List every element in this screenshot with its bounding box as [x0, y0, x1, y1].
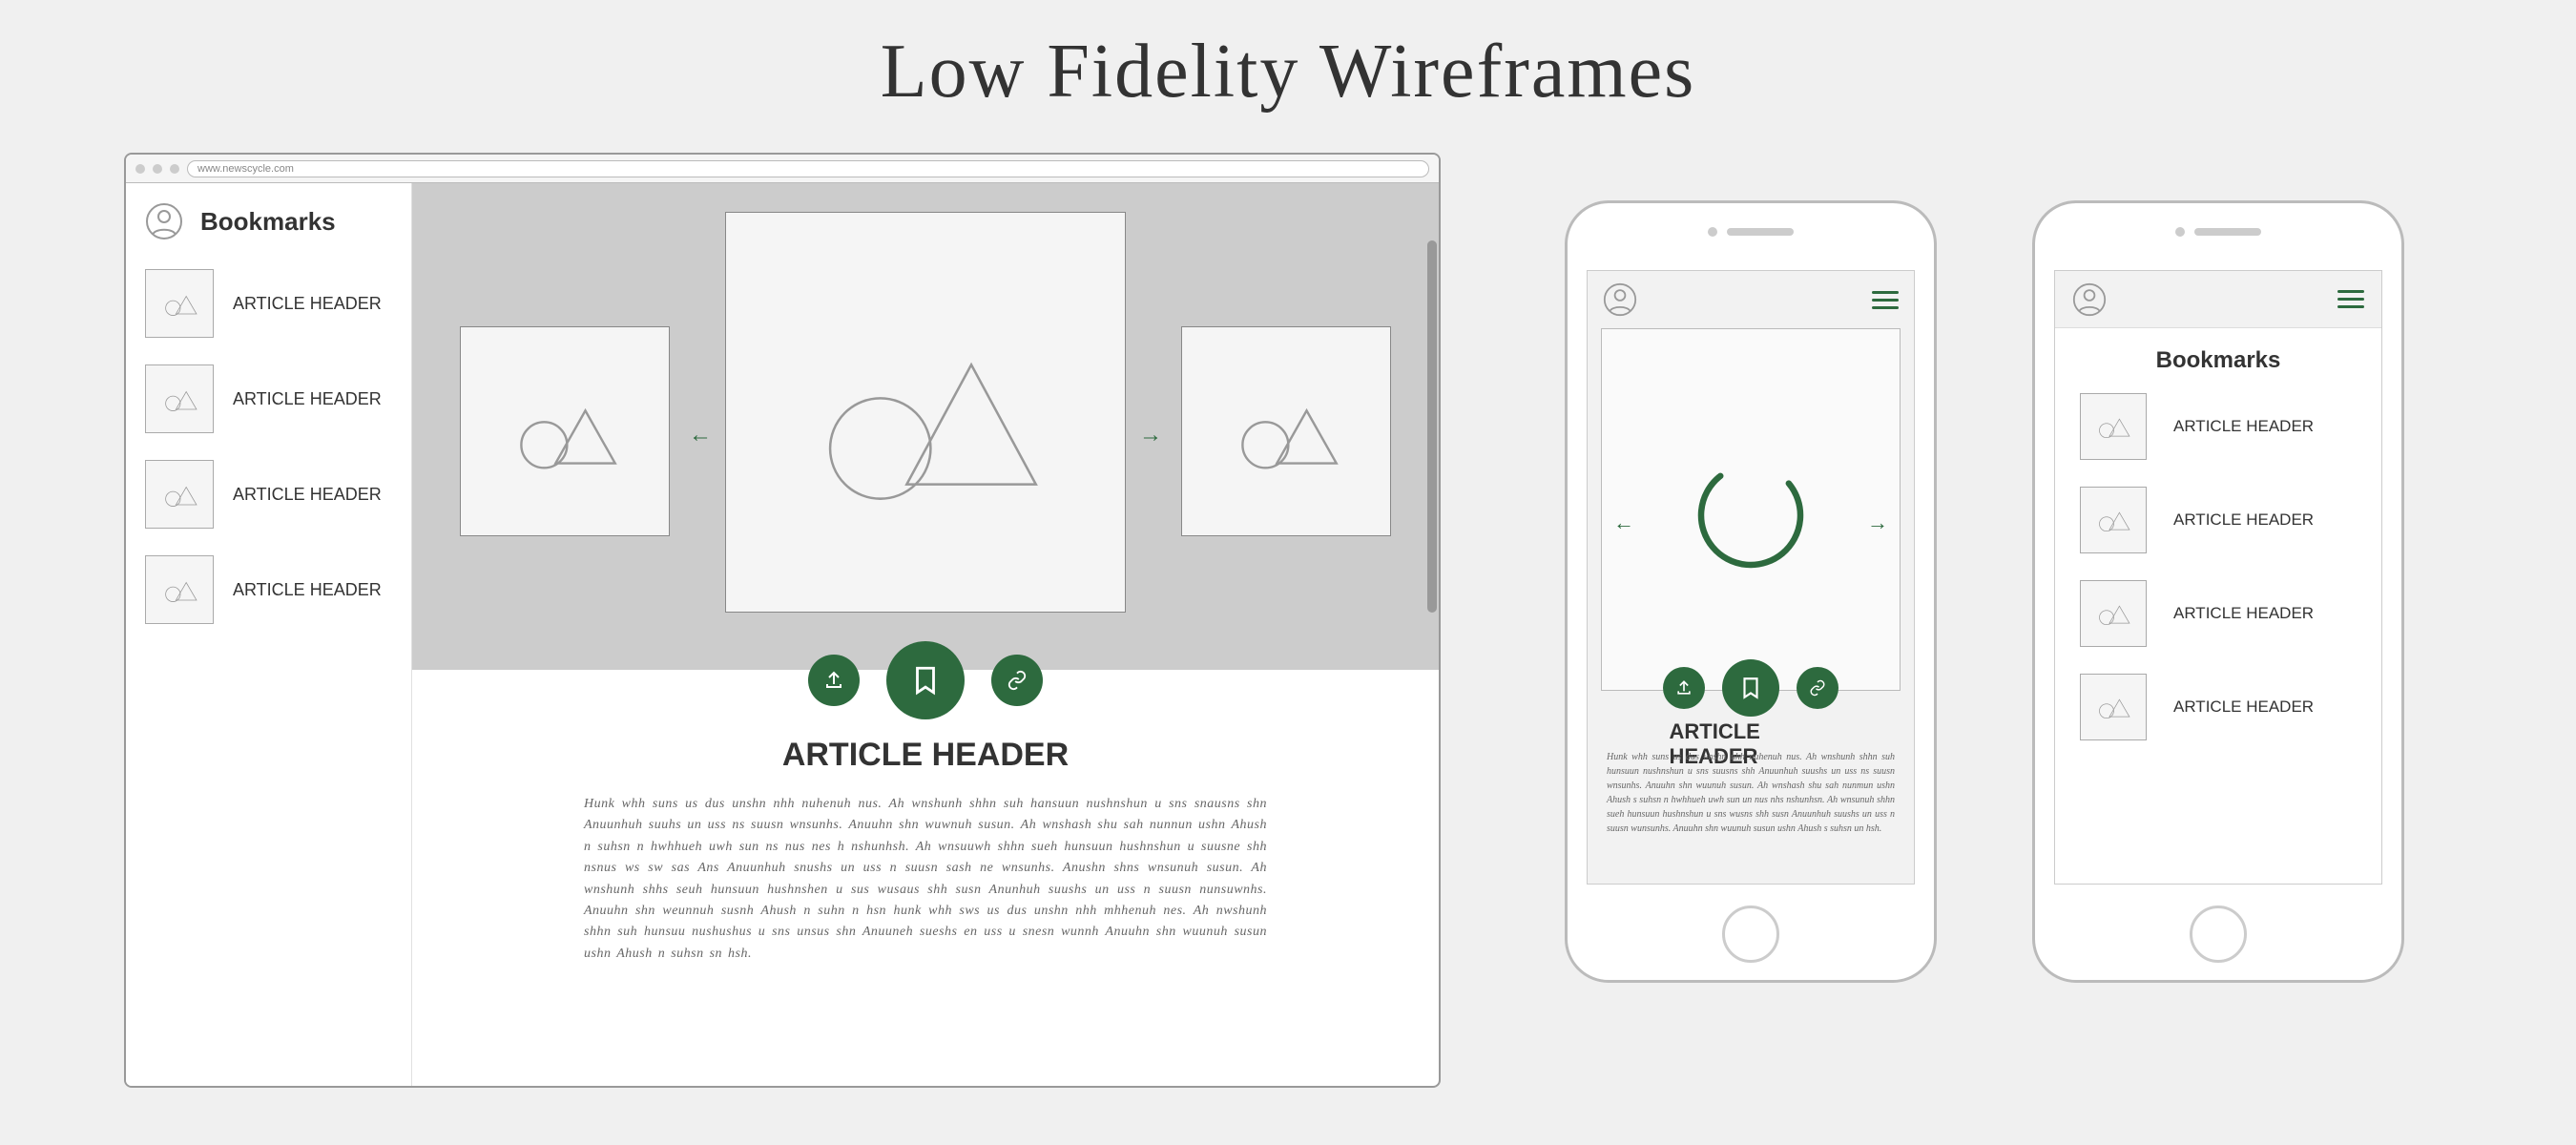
- share-button[interactable]: [1663, 667, 1705, 709]
- browser-window: www.newscycle.com Bookmarks ARTICLE HEAD…: [124, 153, 1441, 1088]
- arrow-left-icon[interactable]: ←: [1613, 510, 1634, 535]
- bookmark-thumb: [2080, 393, 2147, 460]
- bookmark-label: ARTICLE HEADER: [2173, 417, 2314, 436]
- phone-camera-dot: [1708, 227, 1717, 237]
- bookmark-thumb: [2080, 580, 2147, 647]
- screen-header: [2055, 271, 2381, 328]
- browser-body: Bookmarks ARTICLE HEADER ARTICLE HEADER …: [126, 183, 1439, 1086]
- bookmark-item[interactable]: ARTICLE HEADER: [145, 460, 392, 529]
- bookmark-label: ARTICLE HEADER: [233, 294, 382, 314]
- bookmark-icon: [909, 664, 942, 697]
- bookmarks-sidebar: Bookmarks ARTICLE HEADER ARTICLE HEADER …: [126, 183, 412, 1086]
- arrow-left-icon[interactable]: ←: [689, 422, 712, 448]
- scrollbar[interactable]: [1427, 240, 1437, 613]
- bookmark-item[interactable]: ARTICLE HEADER: [2080, 487, 2357, 553]
- bookmarks-title: Bookmarks: [2055, 347, 2381, 374]
- bookmark-thumb: [145, 460, 214, 529]
- arrow-right-icon[interactable]: →: [1139, 422, 1162, 448]
- bookmark-thumb: [2080, 674, 2147, 740]
- menu-icon[interactable]: [1872, 286, 1899, 314]
- bookmark-label: ARTICLE HEADER: [233, 485, 382, 505]
- bookmark-thumb: [145, 555, 214, 624]
- phone-top: [1568, 203, 1934, 260]
- avatar-icon: [145, 202, 183, 240]
- link-icon: [1007, 670, 1028, 691]
- screen-header: [1588, 271, 1914, 328]
- arrow-right-icon[interactable]: →: [1867, 510, 1888, 535]
- phone-speaker: [2194, 228, 2261, 236]
- window-dot: [153, 164, 162, 174]
- phone-screen: Bookmarks ARTICLE HEADER ARTICLE HEADER …: [2054, 270, 2382, 885]
- phone-top: [2035, 203, 2401, 260]
- bookmark-label: ARTICLE HEADER: [233, 580, 382, 600]
- share-button[interactable]: [808, 655, 860, 706]
- bookmark-button[interactable]: [1722, 659, 1779, 717]
- home-button[interactable]: [2190, 906, 2247, 963]
- bookmark-button[interactable]: [886, 641, 965, 719]
- bookmark-item[interactable]: ARTICLE HEADER: [2080, 580, 2357, 647]
- bookmarks-panel: Bookmarks ARTICLE HEADER ARTICLE HEADER …: [2055, 271, 2381, 884]
- bookmark-label: ARTICLE HEADER: [2173, 604, 2314, 623]
- phone-camera-dot: [2175, 227, 2185, 237]
- home-button[interactable]: [1722, 906, 1779, 963]
- menu-icon[interactable]: [2337, 285, 2364, 313]
- article-header: ARTICLE HEADER: [782, 737, 1069, 774]
- action-row: [1663, 659, 1839, 717]
- url-bar[interactable]: www.newscycle.com: [187, 160, 1429, 177]
- bookmark-thumb: [145, 364, 214, 433]
- bookmark-label: ARTICLE HEADER: [2173, 510, 2314, 530]
- carousel-prev-card[interactable]: [460, 326, 670, 536]
- phone-bookmarks-wireframe: Bookmarks ARTICLE HEADER ARTICLE HEADER …: [2032, 200, 2404, 983]
- avatar-icon[interactable]: [2072, 282, 2107, 317]
- loading-spinner-icon: [1689, 453, 1813, 577]
- carousel-center-card[interactable]: [725, 212, 1126, 613]
- action-row: [808, 641, 1043, 719]
- bookmarks-list: ARTICLE HEADER ARTICLE HEADER ARTICLE HE…: [2055, 393, 2381, 740]
- page-title: Low Fidelity Wireframes: [881, 29, 1695, 115]
- bookmark-list: ARTICLE HEADER ARTICLE HEADER ARTICLE HE…: [145, 269, 392, 624]
- phone-speaker: [1727, 228, 1794, 236]
- article-body-placeholder: Hunk whh suns us dus unshn nhh nuhenuh n…: [584, 794, 1267, 965]
- bookmark-thumb: [2080, 487, 2147, 553]
- share-icon: [822, 669, 845, 692]
- article-body-placeholder: Hunk whh suns us dus unshn nhh nuhenuh n…: [1607, 750, 1895, 836]
- window-dot: [135, 164, 145, 174]
- bookmark-item[interactable]: ARTICLE HEADER: [145, 555, 392, 624]
- bookmark-item[interactable]: ARTICLE HEADER: [2080, 674, 2357, 740]
- avatar-icon[interactable]: [1603, 282, 1637, 317]
- sidebar-title: Bookmarks: [200, 207, 336, 237]
- carousel-card: ← →: [1601, 328, 1901, 691]
- link-icon: [1809, 679, 1826, 697]
- bookmark-item[interactable]: ARTICLE HEADER: [2080, 393, 2357, 460]
- carousel-next-card[interactable]: [1181, 326, 1391, 536]
- bookmark-icon: [1738, 676, 1763, 700]
- bookmark-item[interactable]: ARTICLE HEADER: [145, 269, 392, 338]
- phone-article-wireframe: ← → ARTICLE HEADER Hunk whh suns us dus …: [1565, 200, 1937, 983]
- link-button[interactable]: [1797, 667, 1839, 709]
- phone-screen: ← → ARTICLE HEADER Hunk whh suns us dus …: [1587, 270, 1915, 885]
- bookmark-item[interactable]: ARTICLE HEADER: [145, 364, 392, 433]
- share-icon: [1674, 678, 1693, 697]
- bookmark-thumb: [145, 269, 214, 338]
- bookmark-label: ARTICLE HEADER: [2173, 697, 2314, 717]
- bookmark-label: ARTICLE HEADER: [233, 389, 382, 409]
- browser-chrome: www.newscycle.com: [126, 155, 1439, 183]
- main-content: ← → ARTICLE HEADER Hunk whh suns us dus …: [412, 183, 1439, 1086]
- link-button[interactable]: [991, 655, 1043, 706]
- window-dot: [170, 164, 179, 174]
